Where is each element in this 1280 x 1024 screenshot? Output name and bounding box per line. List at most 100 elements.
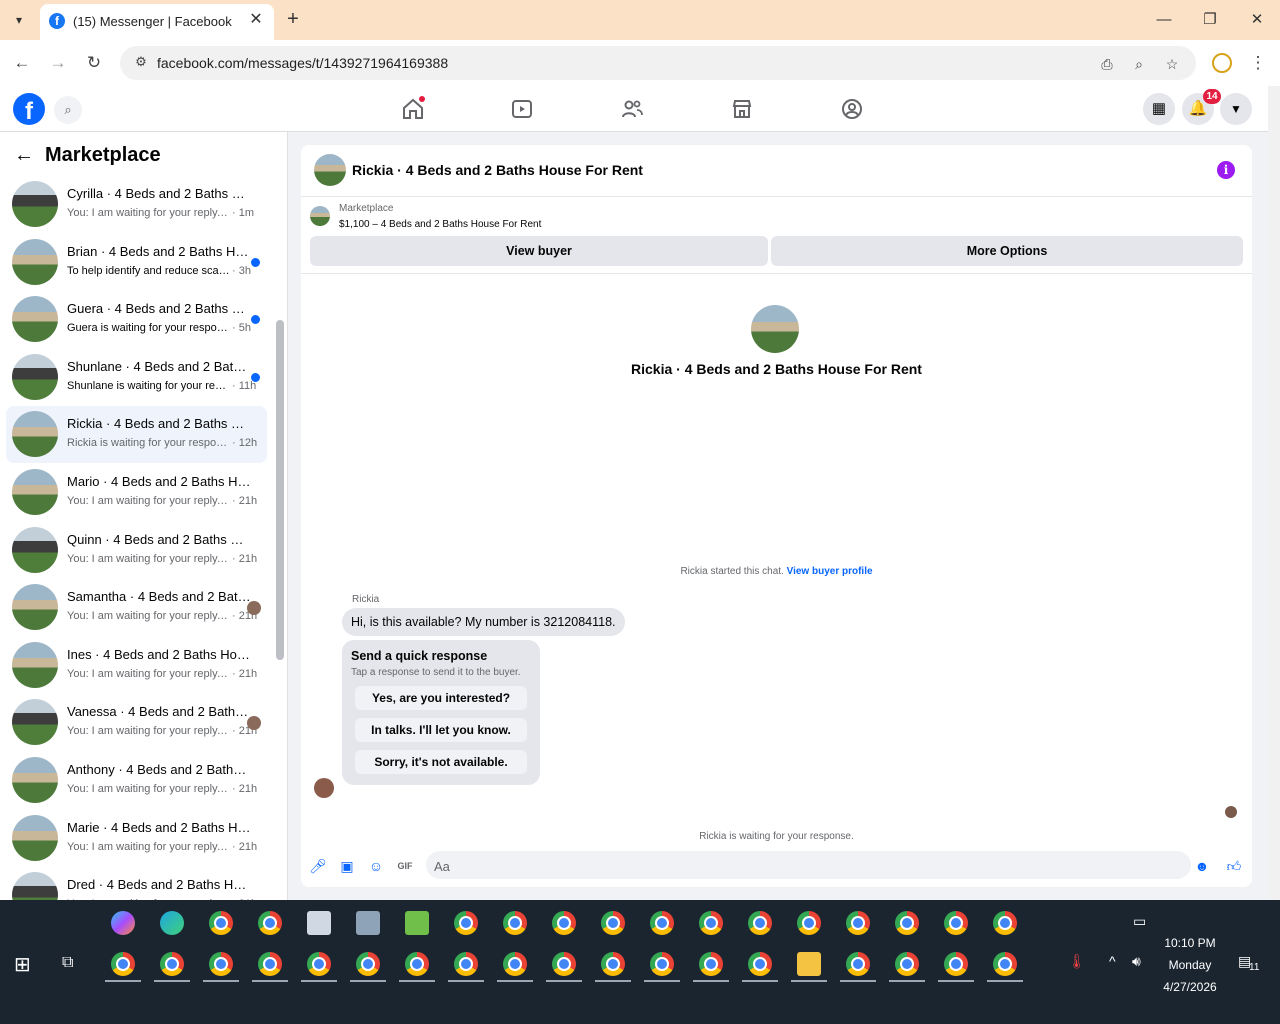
back-arrow-icon[interactable]: ← — [10, 51, 34, 75]
photo-icon[interactable]: ▣ — [338, 857, 356, 875]
sticker-icon[interactable]: ☺ — [367, 857, 385, 875]
site-settings-icon[interactable]: ⚙ — [132, 54, 150, 72]
conversation-item[interactable]: Brian · 4 Beds and 2 Baths House For Ren… — [6, 234, 267, 291]
marketplace-icon[interactable] — [730, 97, 754, 121]
taskbar-app-icon[interactable] — [454, 911, 478, 935]
taskbar-app-icon[interactable] — [209, 952, 233, 976]
conversation-item[interactable]: Shunlane · 4 Beds and 2 Baths House For … — [6, 349, 267, 406]
reload-icon[interactable]: ↻ — [82, 51, 106, 75]
taskbar-app-icon[interactable] — [601, 911, 625, 935]
taskbar-app-icon[interactable] — [601, 952, 625, 976]
taskbar-app-icon[interactable] — [993, 911, 1017, 935]
taskbar-app-icon[interactable] — [944, 952, 968, 976]
microphone-icon[interactable]: 🎤︎ — [309, 857, 327, 875]
page-scrollbar[interactable] — [1268, 86, 1280, 900]
more-options-button[interactable]: More Options — [771, 236, 1243, 266]
taskbar-app-icon[interactable] — [944, 911, 968, 935]
forward-arrow-icon[interactable]: → — [46, 51, 70, 75]
conversation-item[interactable]: Samantha · 4 Beds and 2 Baths House For … — [6, 579, 267, 636]
install-app-icon[interactable]: ⎙ — [1097, 54, 1117, 74]
taskbar-app-icon[interactable] — [699, 911, 723, 935]
chat-avatar[interactable] — [314, 154, 346, 186]
taskbar-app-icon[interactable] — [748, 952, 772, 976]
taskbar-app-icon[interactable] — [454, 952, 478, 976]
chat-title[interactable]: Rickia · 4 Beds and 2 Baths House For Re… — [352, 162, 643, 178]
taskbar-app-icon[interactable] — [748, 911, 772, 935]
quick-reply-button[interactable]: Sorry, it's not available. — [355, 750, 527, 774]
conversation-item[interactable]: Quinn · 4 Beds and 2 Baths House For Ren… — [6, 522, 267, 579]
temperature-icon[interactable]: 🌡︎ — [1068, 953, 1086, 970]
video-icon[interactable] — [510, 97, 534, 121]
minimize-icon[interactable]: — — [1154, 10, 1174, 30]
browser-menu-icon[interactable]: ⋮ — [1246, 51, 1270, 75]
friends-icon[interactable] — [620, 97, 644, 121]
taskbar-app-icon[interactable] — [699, 952, 723, 976]
conversation-item[interactable]: Rickia · 4 Beds and 2 Baths House For Re… — [6, 406, 267, 464]
taskbar-app-icon[interactable] — [993, 952, 1017, 976]
taskbar-app-icon[interactable] — [552, 952, 576, 976]
conversation-item[interactable]: Vanessa · 4 Beds and 2 Baths House For R… — [6, 694, 267, 751]
conversation-item[interactable]: Anthony · 4 Beds and 2 Baths House For R… — [6, 752, 267, 809]
taskbar-app-icon[interactable] — [895, 911, 919, 935]
emoji-icon[interactable]: ☻ — [1193, 857, 1211, 875]
new-tab-plus-icon[interactable]: + — [282, 8, 304, 30]
address-bar[interactable]: ⚙ facebook.com/messages/t/14392719641693… — [120, 46, 1196, 80]
listing-title[interactable]: $1,100 – 4 Beds and 2 Baths House For Re… — [339, 219, 541, 230]
taskbar-app-icon[interactable] — [503, 911, 527, 935]
taskbar-app-icon[interactable] — [503, 952, 527, 976]
like-thumb-icon[interactable]: 👍︎ — [1225, 857, 1243, 875]
taskbar-app-icon[interactable] — [160, 952, 184, 976]
conversation-item[interactable]: Ines · 4 Beds and 2 Baths House For Rent… — [6, 637, 267, 694]
groups-gaming-icon[interactable] — [840, 97, 864, 121]
restore-icon[interactable]: ❐ — [1200, 10, 1220, 30]
task-view-icon[interactable]: ⧉ — [62, 954, 73, 972]
taskbar-app-icon[interactable] — [405, 952, 429, 976]
account-chevron-icon[interactable]: ▼ — [1220, 93, 1252, 125]
taskbar-app-icon[interactable] — [650, 952, 674, 976]
browser-tab[interactable]: f (15) Messenger | Facebook ✕ — [40, 4, 274, 40]
gif-icon[interactable]: GIF — [396, 857, 414, 875]
sidebar-scrollbar[interactable] — [276, 320, 284, 660]
windows-start-icon[interactable]: ⊞ — [14, 952, 31, 977]
bookmark-star-icon[interactable]: ☆ — [1162, 54, 1182, 74]
conversation-item[interactable]: Marie · 4 Beds and 2 Baths House For Ren… — [6, 810, 267, 867]
taskbar-app-icon[interactable] — [356, 952, 380, 976]
taskbar-app-icon[interactable] — [111, 952, 135, 976]
conversation-item[interactable]: Cyrilla · 4 Beds and 2 Baths House For R… — [6, 176, 267, 233]
menu-grid-icon[interactable]: ▦ — [1143, 93, 1175, 125]
search-icon[interactable]: ⌕ — [54, 96, 82, 124]
view-buyer-profile-link[interactable]: View buyer profile — [787, 566, 873, 577]
taskbar-app-icon[interactable] — [258, 911, 282, 935]
network-display-icon[interactable]: ▭ — [1133, 913, 1146, 930]
taskbar-app-icon[interactable] — [846, 911, 870, 935]
taskbar-app-icon[interactable] — [797, 952, 821, 976]
tray-chevron-icon[interactable]: ^ — [1109, 953, 1116, 969]
taskbar-app-icon[interactable] — [650, 911, 674, 935]
taskbar-app-icon[interactable] — [209, 911, 233, 935]
taskbar-app-icon[interactable] — [111, 911, 135, 935]
quick-reply-button[interactable]: Yes, are you interested? — [355, 686, 527, 710]
profile-icon[interactable] — [1212, 53, 1232, 73]
tab-search-chevron-icon[interactable]: ▾ — [8, 10, 30, 30]
back-arrow-icon[interactable]: ← — [14, 144, 34, 167]
zoom-icon[interactable]: ⌕ — [1129, 54, 1149, 74]
view-buyer-button[interactable]: View buyer — [310, 236, 768, 266]
conversation-item[interactable]: Mario · 4 Beds and 2 Baths House For Ren… — [6, 464, 267, 521]
window-close-icon[interactable]: ✕ — [1247, 10, 1267, 30]
facebook-logo-icon[interactable]: f — [13, 93, 45, 125]
message-input[interactable] — [426, 851, 1191, 879]
taskbar-app-icon[interactable] — [356, 911, 380, 935]
system-clock[interactable]: 10:10 PM Monday 4/27/2026 — [1150, 932, 1230, 998]
taskbar-app-icon[interactable] — [552, 911, 576, 935]
taskbar-app-icon[interactable] — [797, 911, 821, 935]
listing-thumbnail[interactable] — [310, 206, 330, 226]
taskbar-app-icon[interactable] — [258, 952, 282, 976]
taskbar-app-icon[interactable] — [307, 911, 331, 935]
taskbar-app-icon[interactable] — [307, 952, 331, 976]
taskbar-app-icon[interactable] — [895, 952, 919, 976]
quick-reply-button[interactable]: In talks. I'll let you know. — [355, 718, 527, 742]
taskbar-app-icon[interactable] — [846, 952, 870, 976]
conversation-item[interactable]: Dred · 4 Beds and 2 Baths House For Rent… — [6, 867, 267, 900]
info-icon[interactable]: i — [1217, 161, 1235, 179]
volume-icon[interactable]: 🔊︎ — [1132, 953, 1141, 970]
